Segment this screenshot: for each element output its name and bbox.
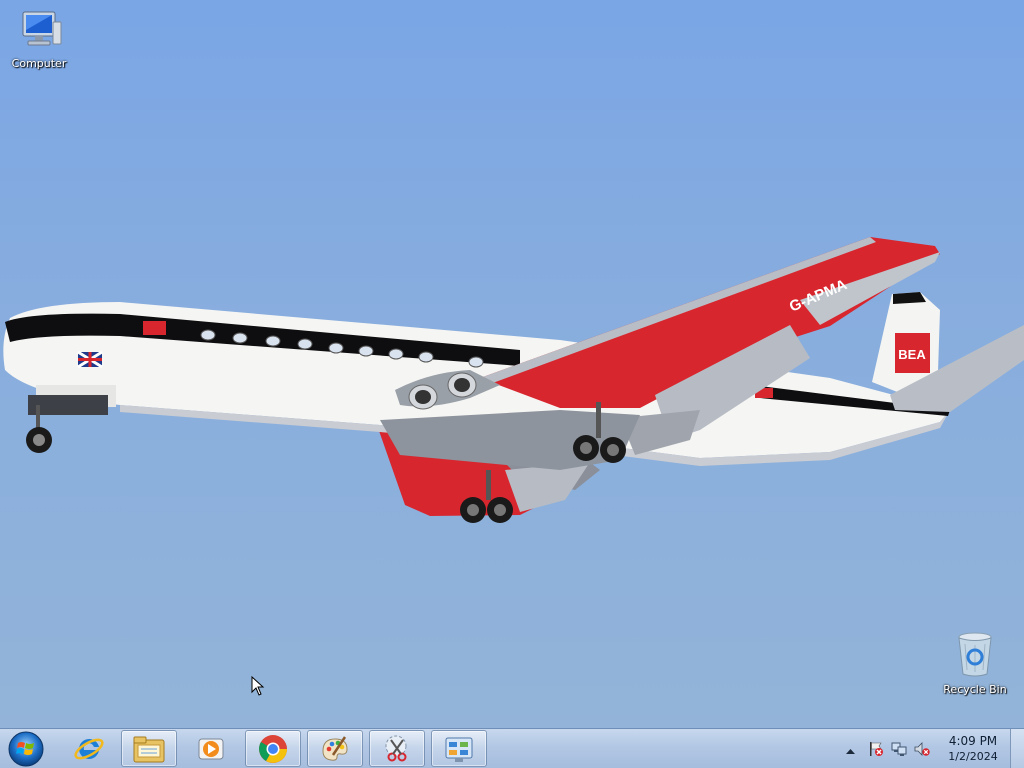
taskbar: 4:09 PM 1/2/2024 — [0, 728, 1024, 768]
windows-start-orb-icon — [8, 731, 44, 767]
paint-icon — [322, 735, 348, 761]
recycle-bin-icon — [937, 630, 1013, 681]
computer-icon — [1, 8, 77, 55]
desktop-wallpaper: BEA G-APMA — [0, 0, 1024, 728]
desktop-icon-label: Recycle Bin — [943, 683, 1007, 696]
show-desktop-button[interactable] — [1010, 729, 1024, 768]
desktop-icon-label: Computer — [11, 57, 67, 70]
media-player-icon — [198, 738, 224, 759]
desktop-icon-computer[interactable]: Computer — [1, 8, 77, 70]
tail-mark: BEA — [898, 347, 926, 362]
mouse-cursor-icon — [251, 675, 265, 699]
show-hidden-icons-arrow[interactable] — [846, 744, 855, 758]
action-center-flag-icon[interactable] — [868, 741, 884, 757]
taskbar-snipping-tool[interactable] — [369, 730, 425, 767]
clock-time: 4:09 PM — [948, 734, 998, 748]
clock-date: 1/2/2024 — [948, 750, 998, 763]
internet-explorer-icon — [74, 738, 104, 759]
start-button[interactable] — [4, 730, 48, 768]
airliner-image: BEA G-APMA — [3, 237, 1024, 523]
network-icon[interactable] — [891, 741, 907, 757]
control-panel-icon — [445, 737, 473, 762]
taskbar-file-explorer[interactable] — [121, 730, 177, 767]
chrome-icon — [259, 734, 287, 763]
clock[interactable]: 4:09 PM 1/2/2024 — [936, 733, 1010, 765]
taskbar-control-panel[interactable] — [431, 730, 487, 767]
desktop-icon-recycle-bin[interactable]: Recycle Bin — [937, 630, 1013, 696]
taskbar-media-player[interactable] — [183, 730, 239, 767]
snipping-tool-icon — [385, 735, 407, 761]
taskbar-chrome[interactable] — [245, 730, 301, 767]
volume-muted-icon[interactable] — [914, 741, 930, 757]
file-explorer-icon — [133, 736, 165, 762]
taskbar-paint[interactable] — [307, 730, 363, 767]
system-tray: 4:09 PM 1/2/2024 — [838, 729, 1008, 768]
taskbar-internet-explorer[interactable] — [61, 730, 117, 767]
